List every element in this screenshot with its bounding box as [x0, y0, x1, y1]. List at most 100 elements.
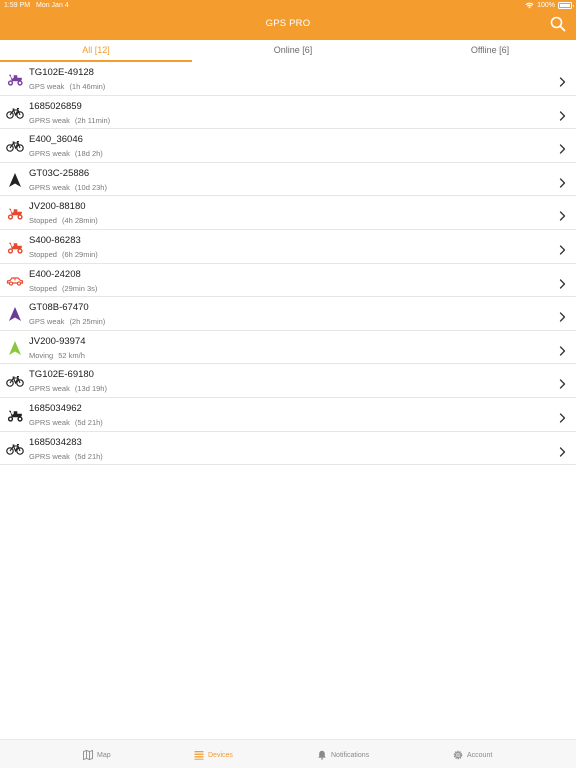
chevron-right-icon [559, 444, 566, 457]
device-duration: (2h 25min) [69, 317, 106, 327]
device-row[interactable]: GT08B-67470 GPS weak (2h 25min) [0, 297, 576, 331]
device-status: GPRS weak (13d 19h) [29, 384, 107, 393]
device-name: JV200-88180 [29, 201, 86, 213]
battery-icon [558, 2, 574, 9]
arrow-icon [6, 172, 24, 188]
device-duration: 52 km/h [58, 350, 85, 360]
device-status-text: GPS weak [29, 82, 65, 91]
device-name: GT03C-25886 [29, 167, 90, 179]
device-status-text: GPS weak [29, 317, 65, 327]
bicycle-icon [6, 441, 24, 457]
device-name: 1685026859 [29, 100, 82, 112]
device-list: TG102E-49128 GPS weak (1h 46min) 1685026859… [0, 62, 576, 466]
device-name: 1685034962 [29, 402, 82, 414]
bottom-nav: Map Devices Notifications Account [0, 739, 576, 768]
app-header: 1:59 PM Mon Jan 4 100% GPS PRO [0, 0, 576, 40]
map-icon [83, 750, 93, 760]
device-status-text: GPRS weak [29, 384, 70, 394]
chevron-right-icon [559, 276, 566, 289]
page-title: GPS PRO [265, 18, 311, 29]
status-indicators: 100% [525, 2, 574, 9]
tab-all[interactable]: All [12] [0, 40, 192, 62]
scooter-icon [6, 239, 24, 255]
device-status: GPS weak (1h 46min) [29, 82, 105, 91]
device-duration: (6h 29min) [61, 249, 98, 259]
device-duration: (1h 46min) [69, 82, 106, 91]
device-status-text: Stopped [29, 283, 57, 293]
device-status: GPS weak (2h 25min) [29, 317, 105, 326]
device-status-text: GPRS weak [29, 417, 70, 427]
scooter-icon [6, 407, 24, 423]
bicycle-icon [6, 138, 24, 154]
gear-icon [453, 750, 463, 760]
chevron-right-icon [559, 208, 566, 222]
bicycle-icon [6, 373, 24, 389]
device-status-text: GPRS weak [29, 115, 70, 125]
device-duration: (13d 19h) [74, 384, 107, 394]
device-status-text: GPRS weak [29, 149, 70, 159]
device-row[interactable]: TG102E-49128 GPS weak (1h 46min) [0, 62, 576, 96]
device-duration: (29min 3s) [61, 283, 98, 293]
device-name: 1685034283 [29, 436, 82, 448]
device-row[interactable]: 1685034283 GPRS weak (5d 21h) [0, 432, 576, 466]
tab-offline[interactable]: Offline [6] [394, 40, 576, 62]
device-name: E400_36046 [29, 134, 83, 146]
device-duration: (2h 11min) [74, 115, 111, 125]
device-row[interactable]: GT03C-25886 GPRS weak (10d 23h) [0, 163, 576, 197]
device-name: TG102E-49128 [29, 67, 94, 78]
chevron-right-icon [559, 242, 566, 255]
device-status: Moving 52 km/h [29, 351, 85, 360]
device-name: S400-86283 [29, 234, 81, 246]
device-name: TG102E-69180 [29, 369, 94, 381]
device-row[interactable]: JV200-93974 Moving 52 km/h [0, 331, 576, 365]
car-icon [6, 273, 24, 289]
device-row[interactable]: S400-86283 Stopped (6h 29min) [0, 230, 576, 264]
nav-notifications-label: Notifications [331, 751, 370, 759]
chevron-right-icon [559, 74, 566, 87]
status-bar: 1:59 PM Mon Jan 4 100% [0, 0, 576, 12]
device-row[interactable]: JV200-88180 Stopped (4h 28min) [0, 196, 576, 230]
device-duration: (4h 28min) [61, 216, 98, 226]
device-row[interactable]: E400_36046 GPRS weak (18d 2h) [0, 129, 576, 163]
chevron-right-icon [559, 175, 566, 188]
bicycle-icon [6, 105, 24, 121]
scooter-icon [6, 205, 24, 221]
chevron-right-icon [559, 343, 566, 356]
bell-icon [318, 750, 326, 760]
device-status: GPRS weak (18d 2h) [29, 149, 103, 158]
device-duration: (18d 2h) [74, 149, 103, 159]
device-duration: (5d 21h) [74, 417, 103, 427]
device-duration: (5d 21h) [74, 451, 103, 461]
scooter-icon [6, 71, 24, 87]
device-name: JV200-93974 [29, 335, 86, 347]
device-name: GT08B-67470 [29, 302, 89, 314]
device-status-text: Stopped [29, 249, 57, 259]
search-icon[interactable] [550, 16, 566, 32]
chevron-right-icon [559, 376, 566, 389]
device-row[interactable]: 1685026859 GPRS weak (2h 11min) [0, 96, 576, 130]
device-status: GPRS weak (5d 21h) [29, 418, 103, 427]
nav-account-label: Account [467, 751, 493, 759]
device-row[interactable]: E400-24208 Stopped (29min 3s) [0, 264, 576, 298]
nav-account[interactable]: Account [453, 749, 492, 761]
battery-percent: 100% [537, 2, 555, 9]
device-status: Stopped (29min 3s) [29, 284, 97, 293]
device-status: Stopped (4h 28min) [29, 216, 98, 225]
status-date: Mon Jan 4 [36, 2, 69, 9]
device-row[interactable]: TG102E-69180 GPRS weak (13d 19h) [0, 364, 576, 398]
device-status: Stopped (6h 29min) [29, 250, 98, 259]
device-row[interactable]: 1685034962 GPRS weak (5d 21h) [0, 398, 576, 432]
nav-notifications[interactable]: Notifications [317, 749, 369, 761]
arrow-icon [6, 340, 24, 356]
arrow-icon [6, 306, 24, 322]
nav-devices[interactable]: Devices [194, 749, 233, 761]
device-status: GPRS weak (10d 23h) [29, 183, 107, 192]
chevron-right-icon [559, 141, 566, 154]
tab-online[interactable]: Online [6] [192, 40, 394, 62]
chevron-right-icon [559, 309, 566, 322]
nav-map[interactable]: Map [83, 749, 111, 761]
nav-map-label: Map [97, 751, 111, 759]
list-icon [194, 751, 204, 760]
device-status-text: Stopped [29, 216, 57, 226]
device-duration: (10d 23h) [74, 182, 107, 192]
